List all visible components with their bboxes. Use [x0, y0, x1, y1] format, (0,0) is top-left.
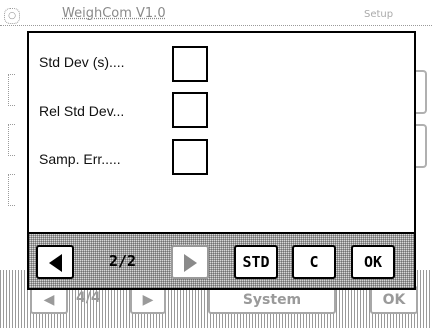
corner-status-icon: ○ [4, 8, 20, 24]
background-prev-button: ◀ [30, 286, 68, 314]
background-ok-button: OK [370, 286, 418, 314]
background-system-button: System [208, 286, 336, 314]
dialog-toolbar: 2/2 STD C OK [29, 232, 414, 288]
background-side-tab [415, 70, 427, 114]
background-next-button: ▶ [130, 286, 166, 314]
rel-std-dev-label: Rel Std Dev... [39, 103, 125, 119]
statistics-options-dialog: Std Dev (s).... Rel Std Dev... Samp. Err… [27, 31, 416, 290]
c-button[interactable]: C [292, 245, 336, 279]
app-title: WeighCom V1.0 [62, 6, 166, 21]
ok-button[interactable]: OK [351, 245, 395, 279]
background-left-rail [0, 64, 26, 264]
rel-std-dev-checkbox[interactable] [172, 92, 208, 128]
prev-page-button[interactable] [36, 245, 74, 279]
samp-err-label: Samp. Err..... [39, 151, 121, 167]
triangle-left-icon [48, 253, 62, 272]
menu-label: Setup [364, 9, 394, 20]
std-dev-label: Std Dev (s).... [39, 54, 125, 70]
page-indicator: 2/2 [109, 252, 137, 270]
samp-err-checkbox[interactable] [172, 139, 208, 175]
background-page-indicator: 4/4 [76, 290, 101, 306]
std-button[interactable]: STD [234, 245, 278, 279]
background-side-tab [415, 124, 427, 168]
std-dev-checkbox[interactable] [172, 46, 208, 82]
triangle-right-icon [183, 253, 197, 272]
background-header: ○ WeighCom V1.0 Setup [0, 0, 432, 26]
next-page-button[interactable] [171, 245, 209, 279]
